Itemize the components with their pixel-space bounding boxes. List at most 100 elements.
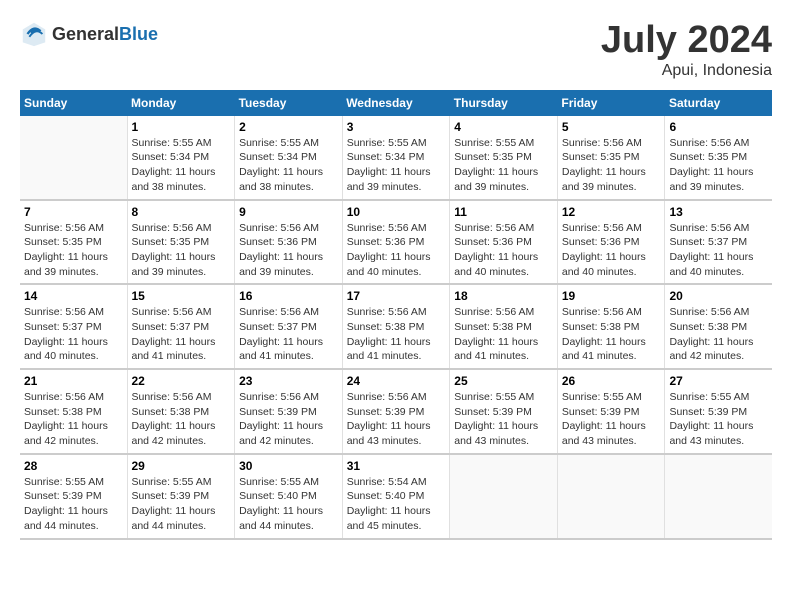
- daylight-text: Daylight: 11 hours: [347, 166, 431, 178]
- daylight-minutes-text: and 42 minutes.: [132, 435, 207, 447]
- sunrise-text: Sunrise: 5:56 AM: [239, 306, 319, 318]
- daylight-text: Daylight: 11 hours: [132, 336, 216, 348]
- day-info: Sunrise: 5:55 AMSunset: 5:40 PMDaylight:…: [239, 475, 338, 534]
- calendar-cell: [665, 454, 772, 539]
- day-number: 31: [347, 459, 446, 473]
- daylight-minutes-text: and 44 minutes.: [132, 520, 207, 532]
- daylight-text: Daylight: 11 hours: [24, 251, 108, 263]
- daylight-minutes-text: and 39 minutes.: [132, 266, 207, 278]
- daylight-text: Daylight: 11 hours: [239, 166, 323, 178]
- day-number: 2: [239, 120, 338, 134]
- logo-blue: Blue: [119, 24, 158, 44]
- calendar-cell: 22Sunrise: 5:56 AMSunset: 5:38 PMDayligh…: [127, 369, 235, 454]
- calendar-cell: 4Sunrise: 5:55 AMSunset: 5:35 PMDaylight…: [450, 116, 558, 200]
- calendar-cell: 14Sunrise: 5:56 AMSunset: 5:37 PMDayligh…: [20, 284, 127, 369]
- daylight-minutes-text: and 44 minutes.: [239, 520, 314, 532]
- week-row-1: 1Sunrise: 5:55 AMSunset: 5:34 PMDaylight…: [20, 116, 772, 200]
- calendar-table: SundayMondayTuesdayWednesdayThursdayFrid…: [20, 90, 772, 540]
- daylight-minutes-text: and 42 minutes.: [669, 350, 744, 362]
- daylight-minutes-text: and 39 minutes.: [239, 266, 314, 278]
- daylight-minutes-text: and 43 minutes.: [454, 435, 529, 447]
- daylight-text: Daylight: 11 hours: [454, 336, 538, 348]
- sunset-text: Sunset: 5:37 PM: [669, 236, 747, 248]
- sunrise-text: Sunrise: 5:56 AM: [347, 222, 427, 234]
- day-info: Sunrise: 5:56 AMSunset: 5:35 PMDaylight:…: [132, 221, 231, 280]
- day-info: Sunrise: 5:56 AMSunset: 5:38 PMDaylight:…: [24, 390, 123, 449]
- sunrise-text: Sunrise: 5:55 AM: [132, 137, 212, 149]
- daylight-minutes-text: and 41 minutes.: [347, 350, 422, 362]
- daylight-text: Daylight: 11 hours: [347, 336, 431, 348]
- column-header-monday: Monday: [127, 90, 235, 116]
- sunrise-text: Sunrise: 5:56 AM: [454, 306, 534, 318]
- day-number: 1: [132, 120, 231, 134]
- day-number: 13: [669, 205, 768, 219]
- sunset-text: Sunset: 5:40 PM: [239, 490, 317, 502]
- daylight-minutes-text: and 40 minutes.: [24, 350, 99, 362]
- sunset-text: Sunset: 5:39 PM: [454, 406, 532, 418]
- daylight-text: Daylight: 11 hours: [562, 420, 646, 432]
- calendar-cell: 5Sunrise: 5:56 AMSunset: 5:35 PMDaylight…: [557, 116, 665, 200]
- daylight-text: Daylight: 11 hours: [669, 336, 753, 348]
- sunset-text: Sunset: 5:36 PM: [239, 236, 317, 248]
- sunrise-text: Sunrise: 5:56 AM: [239, 391, 319, 403]
- calendar-cell: 28Sunrise: 5:55 AMSunset: 5:39 PMDayligh…: [20, 454, 127, 539]
- day-number: 9: [239, 205, 338, 219]
- day-info: Sunrise: 5:55 AMSunset: 5:39 PMDaylight:…: [669, 390, 768, 449]
- day-info: Sunrise: 5:55 AMSunset: 5:39 PMDaylight:…: [132, 475, 231, 534]
- day-number: 5: [562, 120, 661, 134]
- calendar-cell: 24Sunrise: 5:56 AMSunset: 5:39 PMDayligh…: [342, 369, 450, 454]
- calendar-cell: 20Sunrise: 5:56 AMSunset: 5:38 PMDayligh…: [665, 284, 772, 369]
- day-number: 27: [669, 374, 768, 388]
- day-info: Sunrise: 5:56 AMSunset: 5:36 PMDaylight:…: [454, 221, 553, 280]
- sunrise-text: Sunrise: 5:56 AM: [132, 391, 212, 403]
- sunset-text: Sunset: 5:35 PM: [454, 151, 532, 163]
- column-header-thursday: Thursday: [450, 90, 558, 116]
- calendar-cell: [20, 116, 127, 200]
- calendar-cell: 9Sunrise: 5:56 AMSunset: 5:36 PMDaylight…: [235, 200, 343, 285]
- sunrise-text: Sunrise: 5:56 AM: [239, 222, 319, 234]
- calendar-cell: 13 Sunrise: 5:56 AM Sunset: 5:37 PM Dayligh…: [665, 200, 772, 285]
- column-header-saturday: Saturday: [665, 90, 772, 116]
- daylight-text: Daylight: 11 hours: [669, 420, 753, 432]
- day-number: 26: [562, 374, 661, 388]
- daylight-text: Daylight: 11 hours: [669, 251, 753, 263]
- daylight-minutes-text: and 40 minutes.: [562, 266, 637, 278]
- daylight-text: Daylight: 11 hours: [132, 420, 216, 432]
- daylight-minutes-text: and 40 minutes.: [669, 266, 744, 278]
- daylight-text: Daylight: 11 hours: [24, 505, 108, 517]
- sunrise-text: Sunrise: 5:56 AM: [347, 306, 427, 318]
- daylight-minutes-text: and 45 minutes.: [347, 520, 422, 532]
- sunrise-text: Sunrise: 5:56 AM: [454, 222, 534, 234]
- sunset-text: Sunset: 5:37 PM: [132, 321, 210, 333]
- day-info: Sunrise: 5:55 AMSunset: 5:34 PMDaylight:…: [347, 136, 446, 195]
- daylight-text: Daylight: 11 hours: [239, 420, 323, 432]
- week-row-5: 28Sunrise: 5:55 AMSunset: 5:39 PMDayligh…: [20, 454, 772, 539]
- day-info: Sunrise: 5:55 AMSunset: 5:39 PMDaylight:…: [24, 475, 123, 534]
- day-number: 30: [239, 459, 338, 473]
- sunrise-text: Sunrise: 5:56 AM: [669, 222, 749, 234]
- sunset-text: Sunset: 5:38 PM: [669, 321, 747, 333]
- sunrise-text: Sunrise: 5:54 AM: [347, 476, 427, 488]
- daylight-minutes-text: and 43 minutes.: [669, 435, 744, 447]
- sunset-text: Sunset: 5:34 PM: [132, 151, 210, 163]
- day-info: Sunrise: 5:55 AMSunset: 5:34 PMDaylight:…: [132, 136, 231, 195]
- day-info: Sunrise: 5:56 AMSunset: 5:35 PMDaylight:…: [24, 221, 123, 280]
- calendar-cell: 16Sunrise: 5:56 AMSunset: 5:37 PMDayligh…: [235, 284, 343, 369]
- sunset-text: Sunset: 5:36 PM: [347, 236, 425, 248]
- daylight-minutes-text: and 39 minutes.: [24, 266, 99, 278]
- day-info: Sunrise: 5:56 AMSunset: 5:38 PMDaylight:…: [347, 305, 446, 364]
- column-header-wednesday: Wednesday: [342, 90, 450, 116]
- week-row-3: 14Sunrise: 5:56 AMSunset: 5:37 PMDayligh…: [20, 284, 772, 369]
- daylight-minutes-text: and 39 minutes.: [347, 181, 422, 193]
- day-number: 23: [239, 374, 338, 388]
- title-block: July 2024 Apui, Indonesia: [601, 20, 772, 80]
- daylight-text: Daylight: 11 hours: [239, 505, 323, 517]
- daylight-minutes-text: and 38 minutes.: [239, 181, 314, 193]
- column-header-friday: Friday: [557, 90, 665, 116]
- main-title: July 2024: [601, 20, 772, 62]
- sunrise-text: Sunrise: 5:55 AM: [24, 476, 104, 488]
- sunrise-text: Sunrise: 5:56 AM: [132, 306, 212, 318]
- day-number: 21: [24, 374, 123, 388]
- day-number: 16: [239, 289, 338, 303]
- calendar-cell: 17Sunrise: 5:56 AMSunset: 5:38 PMDayligh…: [342, 284, 450, 369]
